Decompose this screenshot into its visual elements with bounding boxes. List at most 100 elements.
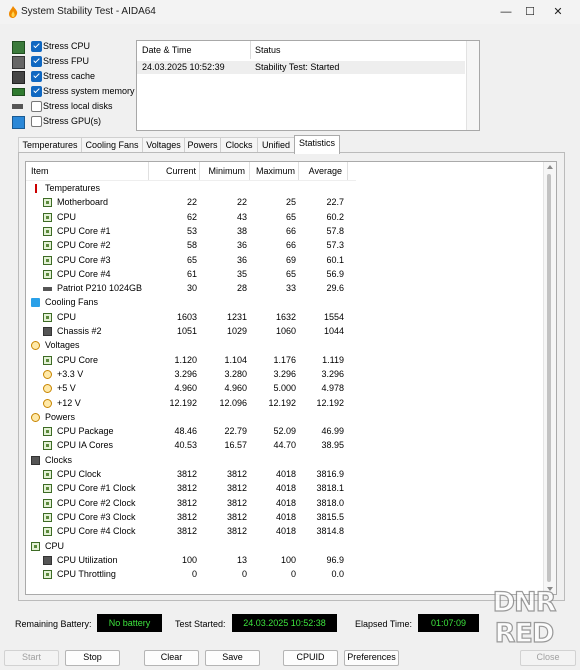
stress-checkbox[interactable] [31, 56, 42, 67]
stress-option[interactable]: Stress cache [12, 70, 137, 84]
table-row[interactable]: Motherboard 22 22 25 22.7 [26, 196, 354, 210]
table-row[interactable]: CPU Core 1.120 1.104 1.176 1.119 [26, 354, 354, 368]
table-row[interactable]: CPU Clock 3812 3812 4018 3816.9 [26, 468, 354, 482]
save-button[interactable]: Save [205, 650, 260, 666]
table-row[interactable]: CPU Core #2 58 36 66 57.3 [26, 239, 354, 253]
scroll-thumb[interactable] [547, 174, 551, 582]
average-value: 4.978 [321, 383, 344, 394]
stress-option-label[interactable]: Stress GPU(s) [43, 116, 101, 126]
tab-temperatures[interactable]: Temperatures [18, 137, 82, 153]
table-row[interactable]: CPU 62 43 65 60.2 [26, 211, 354, 225]
item-name: CPU Core #4 Clock [57, 526, 136, 537]
status-log-row[interactable]: 24.03.2025 10:52:39 Stability Test: Star… [137, 61, 465, 74]
status-log[interactable]: Date & Time Status 24.03.2025 10:52:39 S… [136, 40, 480, 131]
group-name: Cooling Fans [45, 297, 99, 308]
table-row[interactable]: CPU Throttling 0 0 0 0.0 [26, 568, 354, 582]
maximum-value: 100 [280, 554, 296, 565]
start-button[interactable]: Start [4, 650, 59, 666]
item-name: +3.3 V [57, 368, 84, 379]
close-window-button[interactable]: ✕ [536, 0, 580, 24]
stress-option-label[interactable]: Stress local disks [43, 101, 113, 111]
cpu-icon [43, 470, 52, 479]
table-scrollbar[interactable] [543, 162, 556, 594]
group-row[interactable]: Cooling Fans [26, 296, 354, 310]
maximum-column-header[interactable]: Maximum [249, 162, 295, 180]
table-row[interactable]: CPU Utilization 100 13 100 96.9 [26, 554, 354, 568]
stress-checkbox[interactable] [31, 41, 42, 52]
tab-voltages[interactable]: Voltages [142, 137, 185, 153]
current-column-header[interactable]: Current [152, 162, 196, 180]
maximum-value: 4018 [275, 497, 296, 508]
preferences-button[interactable]: Preferences [344, 650, 399, 666]
average-value: 57.8 [326, 225, 344, 236]
item-name: CPU Package [57, 426, 114, 437]
stress-option[interactable]: Stress CPU [12, 40, 137, 54]
current-value: 22 [186, 197, 197, 208]
table-row[interactable]: CPU Package 48.46 22.79 52.09 46.99 [26, 425, 354, 439]
stress-option[interactable]: Stress system memory [12, 85, 137, 99]
minimum-value: 16.57 [224, 440, 247, 451]
clear-button[interactable]: Clear [144, 650, 199, 666]
group-row[interactable]: Clocks [26, 454, 354, 468]
column-divider [148, 162, 149, 180]
stress-option-label[interactable]: Stress CPU [43, 41, 90, 51]
group-name: Voltages [45, 340, 80, 351]
elapsed-time-value: 01:07:09 [418, 614, 479, 632]
tab-cooling-fans[interactable]: Cooling Fans [81, 137, 143, 153]
table-row[interactable]: CPU IA Cores 40.53 16.57 44.70 38.95 [26, 439, 354, 453]
statistics-table[interactable]: Item Current Minimum Maximum Average Tem… [25, 161, 557, 595]
table-row[interactable]: CPU Core #4 61 35 65 56.9 [26, 268, 354, 282]
stress-checkbox[interactable] [31, 116, 42, 127]
table-row[interactable]: +12 V 12.192 12.096 12.192 12.192 [26, 397, 354, 411]
group-row[interactable]: Temperatures [26, 182, 354, 196]
scroll-up-arrow-icon[interactable] [547, 165, 553, 169]
status-log-scrollbar[interactable] [466, 41, 479, 130]
minimum-column-header[interactable]: Minimum [199, 162, 245, 180]
stress-checkbox[interactable] [31, 86, 42, 97]
maximum-value: 4018 [275, 469, 296, 479]
minimum-value: 38 [236, 225, 247, 236]
table-row[interactable]: Patriot P210 1024GB 30 28 33 29.6 [26, 282, 354, 296]
stress-option-label[interactable]: Stress FPU [43, 56, 89, 66]
stress-checkbox[interactable] [31, 101, 42, 112]
table-row[interactable]: CPU Core #4 Clock 3812 3812 4018 3814.8 [26, 525, 354, 539]
tab-statistics[interactable]: Statistics [294, 135, 340, 154]
table-row[interactable]: Chassis #2 1051 1029 1060 1044 [26, 325, 354, 339]
table-row[interactable]: +3.3 V 3.296 3.280 3.296 3.296 [26, 368, 354, 382]
item-name: CPU Utilization [57, 554, 118, 565]
statistics-panel: Item Current Minimum Maximum Average Tem… [18, 152, 565, 601]
stress-option-label[interactable]: Stress cache [43, 71, 95, 81]
table-row[interactable]: CPU Core #1 53 38 66 57.8 [26, 225, 354, 239]
datetime-column-header[interactable]: Date & Time [137, 41, 192, 59]
stress-option[interactable]: Stress GPU(s) [12, 115, 137, 129]
item-column-header[interactable]: Item [31, 162, 49, 180]
table-row[interactable]: CPU Core #3 Clock 3812 3812 4018 3815.5 [26, 511, 354, 525]
group-row[interactable]: Voltages [26, 339, 354, 353]
window-title: System Stability Test - AIDA64 [21, 6, 156, 17]
stop-button[interactable]: Stop [65, 650, 120, 666]
stress-option[interactable]: Stress FPU [12, 55, 137, 69]
stress-option-label[interactable]: Stress system memory [43, 86, 135, 96]
minimum-value: 22.79 [224, 426, 247, 437]
group-row[interactable]: CPU [26, 540, 354, 554]
table-row[interactable]: CPU Core #3 65 36 69 60.1 [26, 254, 354, 268]
status-column-header[interactable]: Status [250, 41, 281, 59]
tab-unified[interactable]: Unified [257, 137, 295, 153]
stress-option[interactable]: Stress local disks [12, 100, 137, 114]
gpu-icon [12, 116, 25, 129]
maximum-value: 52.09 [273, 426, 296, 437]
current-value: 4.960 [174, 383, 197, 394]
tab-powers[interactable]: Powers [184, 137, 221, 153]
minimum-value: 3812 [226, 526, 247, 537]
stress-checkbox[interactable] [31, 71, 42, 82]
tab-clocks[interactable]: Clocks [220, 137, 258, 153]
table-row[interactable]: +5 V 4.960 4.960 5.000 4.978 [26, 382, 354, 396]
group-row[interactable]: Powers [26, 411, 354, 425]
table-row[interactable]: CPU Core #1 Clock 3812 3812 4018 3818.1 [26, 482, 354, 496]
cpuid-button[interactable]: CPUID [283, 650, 338, 666]
table-row[interactable]: CPU 1603 1231 1632 1554 [26, 311, 354, 325]
average-column-header[interactable]: Average [298, 162, 342, 180]
table-row[interactable]: CPU Core #2 Clock 3812 3812 4018 3818.0 [26, 497, 354, 511]
average-value: 3.296 [321, 368, 344, 379]
current-value: 3812 [176, 483, 197, 494]
